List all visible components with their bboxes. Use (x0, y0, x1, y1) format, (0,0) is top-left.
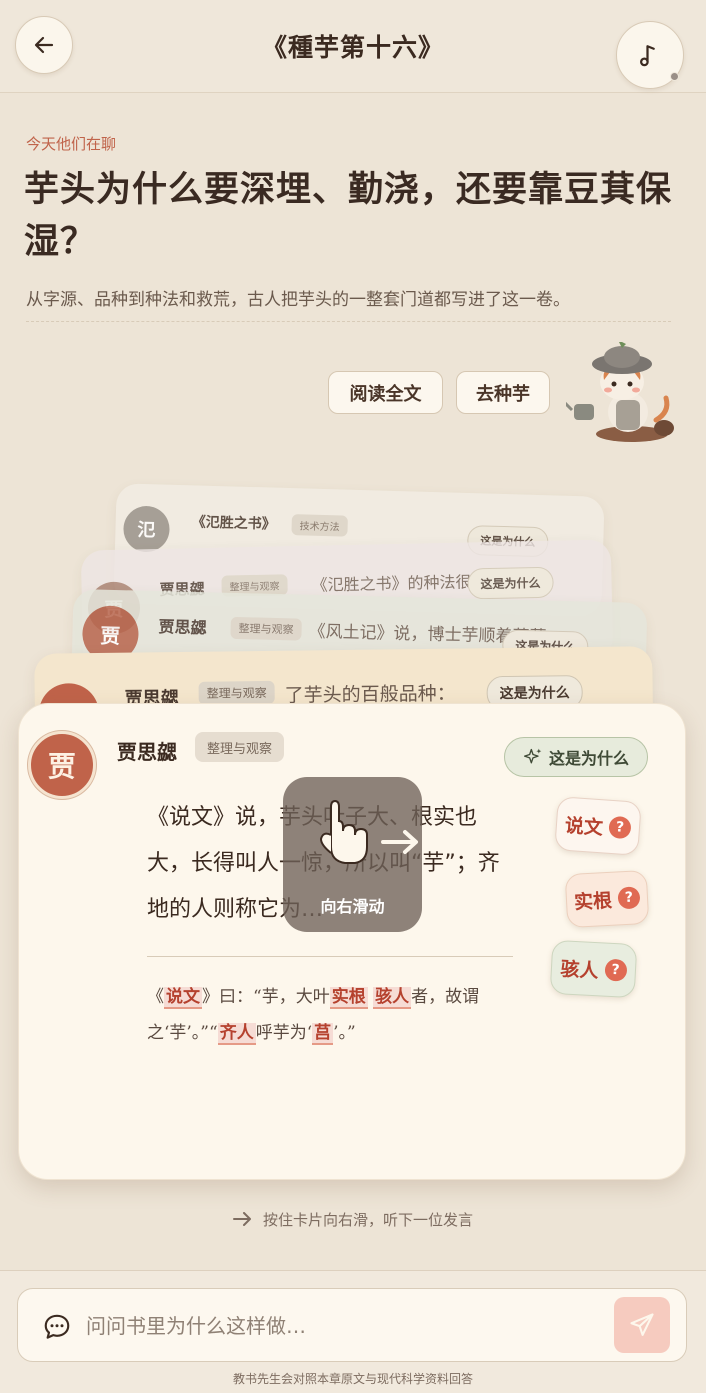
term-highlight[interactable]: 说文 (164, 987, 202, 1009)
source-text-segment: 呼芋为‘ (255, 1023, 313, 1043)
stack-card-name: 《氾胜之书》 (191, 514, 276, 533)
composer-footnote: 教书先生会对照本章原文与现代科学资料回答 (232, 1372, 473, 1386)
stack-card-tag: 技术方法 (291, 514, 348, 537)
source-text-segment: ’。” (333, 1023, 356, 1043)
page-title: 《種芋第十六》 (261, 33, 444, 62)
term-chip-shuowen[interactable]: 说文 ? (554, 796, 642, 856)
classical-source-text: 《说文 》曰：“芋，大叶 实根 骇人 者，故谓之‘芋’。”“ 齐人 呼芋为‘ 莒’。” (147, 979, 527, 1051)
subheadline: 从字源、品种到种法和救荒，古人把芋头的一整套门道都写进了这一卷。 (26, 290, 570, 310)
source-text-segment: 》曰：“芋，大叶 (202, 987, 330, 1007)
term-highlight[interactable]: 莒 (312, 1023, 334, 1045)
source-text-segment: 《 (147, 987, 164, 1007)
swipe-label: 向右滑动 (320, 897, 385, 916)
term-chip-label: 实根 (573, 889, 613, 914)
read-full-text-button[interactable]: 阅读全文 (328, 371, 443, 414)
avatar: 贾 (28, 731, 96, 799)
speaker-name: 贾思勰 (117, 740, 177, 764)
sparkle-icon (523, 748, 542, 764)
arrow-right-icon (232, 1212, 251, 1226)
question-icon: ? (608, 815, 632, 840)
go-plant-button[interactable]: 去种芋 (456, 371, 550, 414)
term-highlight[interactable]: 实根 (329, 987, 368, 1009)
term-highlight[interactable]: 骇人 (373, 987, 412, 1009)
section-kicker: 今天他们在聊 (26, 135, 117, 153)
question-icon: ? (617, 886, 641, 910)
music-note-icon (640, 45, 655, 67)
term-highlight[interactable]: 齐人 (217, 1023, 256, 1045)
chat-bubble-icon (44, 1314, 70, 1339)
divider (26, 321, 671, 322)
quote-divider (147, 956, 513, 957)
question-icon: ? (603, 958, 628, 982)
why-button[interactable]: 这是为什么 (504, 737, 648, 777)
swipe-hint: 按住卡片向右滑，听下一位发言 (0, 1209, 706, 1230)
cat-mascot-icon (566, 342, 674, 442)
stack-card-tag: 整理与观察 (230, 616, 302, 641)
stack-card-name: 贾思勰 (158, 617, 207, 638)
stack-card-tag: 整理与观察 (198, 680, 275, 705)
term-chip-label: 骇人 (559, 957, 599, 982)
stack-card-why-button[interactable]: 这是为什么 (467, 566, 554, 600)
term-chip-shigen[interactable]: 实根 ? (564, 869, 650, 929)
speaker-tag: 整理与观察 (195, 732, 285, 762)
stack-card-avatar: 氾 (122, 505, 171, 553)
swipe-hand-icon (319, 799, 418, 864)
send-button[interactable] (614, 1297, 670, 1353)
term-chip-hairen[interactable]: 骇人 ? (549, 939, 638, 999)
why-button-label: 这是为什么 (548, 749, 629, 768)
swipe-hint-text: 按住卡片向右滑，听下一位发言 (262, 1211, 473, 1229)
question-input[interactable] (86, 1307, 596, 1345)
send-icon (630, 1313, 654, 1336)
headline: 芋头为什么要深埋、勤浇，还要靠豆萁保湿？ (24, 169, 673, 262)
term-chip-label: 说文 (564, 814, 604, 839)
music-status-dot (670, 72, 679, 81)
